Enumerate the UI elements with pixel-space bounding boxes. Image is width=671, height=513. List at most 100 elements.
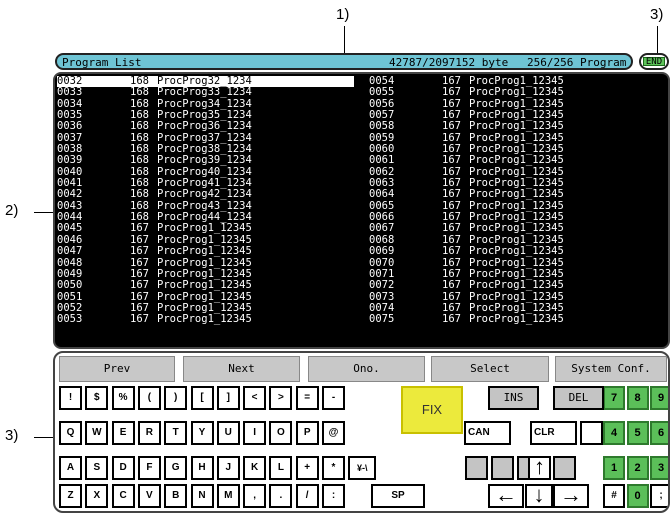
key-row2-8[interactable]: O xyxy=(269,421,293,445)
program-number: 0050 xyxy=(57,279,83,292)
key-row3-4[interactable]: G xyxy=(164,456,188,480)
key-row1-0[interactable]: ! xyxy=(59,386,82,410)
arrow-down-icon[interactable]: ↓ xyxy=(525,484,553,508)
numpad-key-2-2[interactable]: 3 xyxy=(650,456,668,480)
numpad-key-3-2[interactable]: ; xyxy=(650,484,668,508)
key-row3-9[interactable]: + xyxy=(295,456,319,480)
key-row4-5[interactable]: N xyxy=(190,484,214,508)
space-key[interactable]: SP xyxy=(371,484,425,508)
key-row3-1[interactable]: S xyxy=(85,456,109,480)
blank-grey-2[interactable] xyxy=(491,456,514,480)
program-row[interactable]: 0033 168 ProcProg33_1234 xyxy=(57,86,357,99)
key-row3-6[interactable]: J xyxy=(216,456,240,480)
function-button-prev[interactable]: Prev xyxy=(59,356,175,382)
key-row1-10[interactable]: - xyxy=(322,386,345,410)
program-number: 0069 xyxy=(369,245,395,258)
ins-key[interactable]: INS xyxy=(488,386,539,410)
key-row1-2[interactable]: % xyxy=(111,386,135,410)
key-row3-10[interactable]: * xyxy=(322,456,345,480)
numpad-key-1-1[interactable]: 5 xyxy=(626,421,649,445)
callout-2-line xyxy=(34,212,53,213)
key-row2-5[interactable]: Y xyxy=(190,421,214,445)
key-row3-3[interactable]: F xyxy=(137,456,161,480)
program-name: ProcProg33_1234 xyxy=(157,86,252,99)
key-row3-7[interactable]: K xyxy=(243,456,267,480)
key-row3-5[interactable]: H xyxy=(190,456,214,480)
program-row[interactable]: 0072 167 ProcProg1_12345 xyxy=(369,279,668,291)
clr-key[interactable]: CLR xyxy=(530,421,577,445)
numpad-key-3-0[interactable]: # xyxy=(603,484,625,508)
key-row2-10[interactable]: @ xyxy=(322,421,345,445)
key-row4-4[interactable]: B xyxy=(164,484,188,508)
program-row[interactable]: 0069 167 ProcProg1_12345 xyxy=(369,245,668,258)
program-number: 0075 xyxy=(369,313,395,326)
numpad-key-2-1[interactable]: 2 xyxy=(626,456,649,480)
function-button-system-conf[interactable]: System Conf. xyxy=(555,356,667,382)
callout-3-bottom-line xyxy=(34,437,53,438)
numpad-key-2-0[interactable]: 1 xyxy=(603,456,625,480)
key-row4-0[interactable]: Z xyxy=(59,484,82,508)
program-number: 0047 xyxy=(57,245,83,258)
function-button-ono[interactable]: Ono. xyxy=(308,356,425,382)
key-row4-2[interactable]: C xyxy=(111,484,135,508)
key-row3-0[interactable]: A xyxy=(59,456,82,480)
function-button-select[interactable]: Select xyxy=(431,356,549,382)
key-row2-6[interactable]: U xyxy=(216,421,240,445)
blank-grey-4[interactable] xyxy=(553,456,576,480)
function-button-next[interactable]: Next xyxy=(183,356,300,382)
key-row2-0[interactable]: Q xyxy=(59,421,82,445)
key-row2-9[interactable]: P xyxy=(295,421,319,445)
del-key[interactable]: DEL xyxy=(553,386,604,410)
key-row2-2[interactable]: E xyxy=(111,421,135,445)
program-row[interactable]: 0075 167 ProcProg1_12345 xyxy=(369,313,668,326)
arrow-up-icon[interactable]: ↑ xyxy=(528,456,551,480)
program-list[interactable]: 0032 168 ProcProg32_1234 0033 168 ProcProg33_… xyxy=(53,72,670,349)
fix-key[interactable]: FIX xyxy=(401,386,463,434)
key-row1-4[interactable]: ) xyxy=(164,386,188,410)
program-row[interactable]: 0047 167 ProcProg1_12345 xyxy=(57,245,357,258)
key-row1-7[interactable]: < xyxy=(243,386,267,410)
numpad-key-1-0[interactable]: 4 xyxy=(603,421,625,445)
blank-grey-1[interactable] xyxy=(465,456,488,480)
key-row4-6[interactable]: M xyxy=(216,484,240,508)
key-row2-3[interactable]: R xyxy=(137,421,161,445)
program-size: 167 xyxy=(130,313,149,326)
program-size: 167 xyxy=(442,245,461,258)
key-row2-4[interactable]: T xyxy=(164,421,188,445)
numpad-key-0-0[interactable]: 7 xyxy=(603,386,625,410)
key-row4-1[interactable]: X xyxy=(85,484,109,508)
arrow-left-icon[interactable]: ← xyxy=(488,484,524,508)
key-row2-1[interactable]: W xyxy=(85,421,109,445)
key-row1-5[interactable]: [ xyxy=(190,386,214,410)
program-row[interactable]: 0050 167 ProcProg1_12345 xyxy=(57,279,357,292)
arrow-right-icon[interactable]: → xyxy=(553,484,589,508)
numpad-key-1-2[interactable]: 6 xyxy=(650,421,668,445)
key-row3-2[interactable]: D xyxy=(111,456,135,480)
key-row4-8[interactable]: . xyxy=(269,484,293,508)
program-size: 168 xyxy=(130,86,149,99)
callout-3-bottom: 3) xyxy=(5,427,19,444)
blank-key-1[interactable] xyxy=(580,421,603,445)
end-button[interactable]: END xyxy=(639,53,669,70)
key-row3-8[interactable]: L xyxy=(269,456,293,480)
can-key[interactable]: CAN xyxy=(464,421,511,445)
program-name: ProcProg1_12345 xyxy=(157,279,252,292)
key-row3-11[interactable]: ¥-\ xyxy=(348,456,377,480)
key-row2-7[interactable]: I xyxy=(243,421,267,445)
key-row4-7[interactable]: , xyxy=(243,484,267,508)
key-row1-6[interactable]: ] xyxy=(216,386,240,410)
program-count: 256/256 Program xyxy=(527,56,627,69)
numpad-key-0-2[interactable]: 9 xyxy=(650,386,668,410)
program-row[interactable]: 0053 167 ProcProg1_12345 xyxy=(57,313,357,326)
key-row4-10[interactable]: : xyxy=(322,484,345,508)
numpad-key-0-1[interactable]: 8 xyxy=(626,386,649,410)
key-row1-3[interactable]: ( xyxy=(137,386,161,410)
key-row1-1[interactable]: $ xyxy=(85,386,109,410)
key-row1-8[interactable]: > xyxy=(269,386,293,410)
program-name: ProcProg1_12345 xyxy=(469,313,564,326)
program-row[interactable]: 0055 167 ProcProg1_12345 xyxy=(369,86,668,98)
key-row4-3[interactable]: V xyxy=(137,484,161,508)
key-row1-9[interactable]: = xyxy=(295,386,319,410)
numpad-key-3-1[interactable]: 0 xyxy=(626,484,649,508)
key-row4-9[interactable]: / xyxy=(295,484,319,508)
